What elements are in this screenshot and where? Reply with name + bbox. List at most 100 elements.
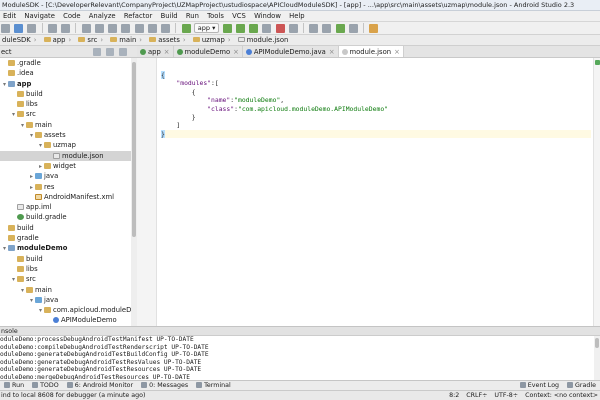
save-icon[interactable] [14,24,24,33]
tree-item-gradle[interactable]: gradle [0,233,136,243]
tab-app[interactable]: app × [137,46,174,57]
tree-item-res[interactable]: ▸ res [0,182,136,192]
close-tab-icon[interactable]: × [329,48,335,56]
code-line[interactable]: "class":"com.apicloud.moduleDemo.APIModu… [161,105,591,113]
run-configuration-select[interactable]: app ▾ [193,23,220,33]
tree-item-java[interactable]: ▸ java [0,171,136,181]
back-icon[interactable] [47,24,57,33]
tab-apimoduledemo-java[interactable]: APIModuleDemo.java × [243,46,339,57]
tree-item-app-iml[interactable]: app.iml [0,202,136,212]
gradle-sync-icon[interactable] [309,24,319,33]
tab-module-json[interactable]: module.json × [338,46,404,57]
open-folder-icon[interactable] [1,24,10,33]
code-editor[interactable]: { "modules":[ { "name":"moduleDemo", "cl… [137,58,600,326]
menu-refactor[interactable]: Refactor [121,11,156,21]
tree-item-androidmanifest-xml[interactable]: AndroidManifest.xml [0,192,136,202]
tree-item-assets[interactable]: ▾ assets [0,130,136,140]
code-line[interactable]: "name":"moduleDemo", [161,96,591,104]
breadcrumb-uzmap[interactable]: uzmap › [191,35,234,45]
code-line[interactable]: ] [161,121,591,129]
breadcrumb-src[interactable]: src › [76,35,106,45]
debug-icon[interactable] [235,24,245,33]
attach-debugger-icon[interactable] [288,24,298,33]
code-line[interactable]: { [161,71,591,79]
sync-icon[interactable] [27,24,37,33]
undo-icon[interactable] [147,24,157,33]
tool-window-6-android-monitor[interactable]: 6: Android Monitor [63,381,137,390]
scrollbar-thumb[interactable] [132,62,136,237]
make-project-icon[interactable] [181,24,191,33]
replace-icon[interactable] [134,24,144,33]
menu-tools[interactable]: Tools [204,11,227,21]
tree-item-build-gradle[interactable]: build.gradle [0,212,136,222]
code-line[interactable]: } [161,129,591,139]
paste-icon[interactable] [108,24,118,33]
tree-item-src[interactable]: ▾ src [0,274,136,284]
tool-window-terminal[interactable]: Terminal [192,381,235,390]
tree-item-libs[interactable]: libs [0,99,136,109]
menu-edit[interactable]: Edit [0,11,19,21]
stop-icon[interactable] [275,24,285,33]
breadcrumb-app[interactable]: app › [42,35,75,45]
menu-navigate[interactable]: Navigate [21,11,58,21]
code-line[interactable]: { [161,88,591,96]
tree-item-java[interactable]: ▾ java [0,295,136,305]
breadcrumb-module-json[interactable]: module.json [236,35,292,45]
redo-icon[interactable] [161,24,171,33]
avd-manager-icon[interactable] [322,24,332,33]
breadcrumb-assets[interactable]: assets › [147,35,188,45]
tree-item-src[interactable]: ▾ src [0,109,136,119]
code-line[interactable]: } [161,113,591,121]
project-panel-title[interactable]: ect [0,48,12,56]
caret-position[interactable]: 8:2 [449,392,459,399]
tab-moduledemo[interactable]: moduleDemo × [174,46,243,57]
menu-run[interactable]: Run [183,11,202,21]
breadcrumb-main[interactable]: main › [108,35,145,45]
menu-analyze[interactable]: Analyze [86,11,119,21]
breadcrumb-project[interactable]: duleSDK › [0,35,39,45]
tree-item-main[interactable]: ▾ main [0,285,136,295]
console-title[interactable]: nsole [1,328,18,335]
tool-window-run[interactable]: Run [0,381,28,390]
help-icon[interactable] [369,24,379,33]
tree-item-build[interactable]: build [0,223,136,233]
tree-item-uzmap[interactable]: ▾ uzmap [0,140,136,150]
menu-window[interactable]: Window [251,11,284,21]
close-tab-icon[interactable]: × [394,48,400,56]
file-encoding[interactable]: UTF-8÷ [494,392,518,399]
tree-item-idea[interactable]: .idea [0,68,136,78]
cut-icon[interactable] [81,24,91,33]
line-separator[interactable]: CRLF÷ [466,392,487,399]
code-area[interactable]: { "modules":[ { "name":"moduleDemo", "cl… [161,71,591,139]
tree-item-build[interactable]: build [0,254,136,264]
tree-item-main[interactable]: ▾ main [0,120,136,130]
scrollbar-thumb[interactable] [595,338,599,348]
find-icon[interactable] [121,24,131,33]
forward-icon[interactable] [61,24,71,33]
tree-item-gradle[interactable]: .gradle [0,58,136,68]
tool-window-event-log[interactable]: Event Log [516,381,563,390]
sdk-manager-icon[interactable] [335,24,345,33]
copy-icon[interactable] [94,24,104,33]
coverage-icon[interactable] [249,24,259,33]
tree-item-com-apicloud-moduledemo[interactable]: ▾ com.apicloud.moduleDemo [0,305,136,315]
tree-item-moduledemo[interactable]: ▾ moduleDemo [0,243,136,253]
collapse-all-icon[interactable] [106,48,114,56]
tool-window-gradle[interactable]: Gradle [563,381,600,390]
menu-code[interactable]: Code [60,11,83,21]
scroll-from-source-icon[interactable] [93,48,101,56]
close-tab-icon[interactable]: × [164,48,170,56]
close-tab-icon[interactable]: × [233,48,239,56]
tool-window-todo[interactable]: TODO [28,381,63,390]
context-indicator[interactable]: Context: <no context> [525,392,598,399]
code-line[interactable]: "modules":[ [161,79,591,87]
menu-help[interactable]: Help [286,11,308,21]
tree-item-module-json[interactable]: module.json [0,150,136,161]
settings-gear-icon[interactable] [119,48,127,56]
editor-scrollbar[interactable] [593,58,600,326]
tool-window-0-messages[interactable]: 0: Messages [137,381,192,390]
tree-item-libs[interactable]: libs [0,264,136,274]
android-device-monitor-icon[interactable] [348,24,358,33]
menu-vcs[interactable]: VCS [229,11,249,21]
menu-build[interactable]: Build [158,11,181,21]
